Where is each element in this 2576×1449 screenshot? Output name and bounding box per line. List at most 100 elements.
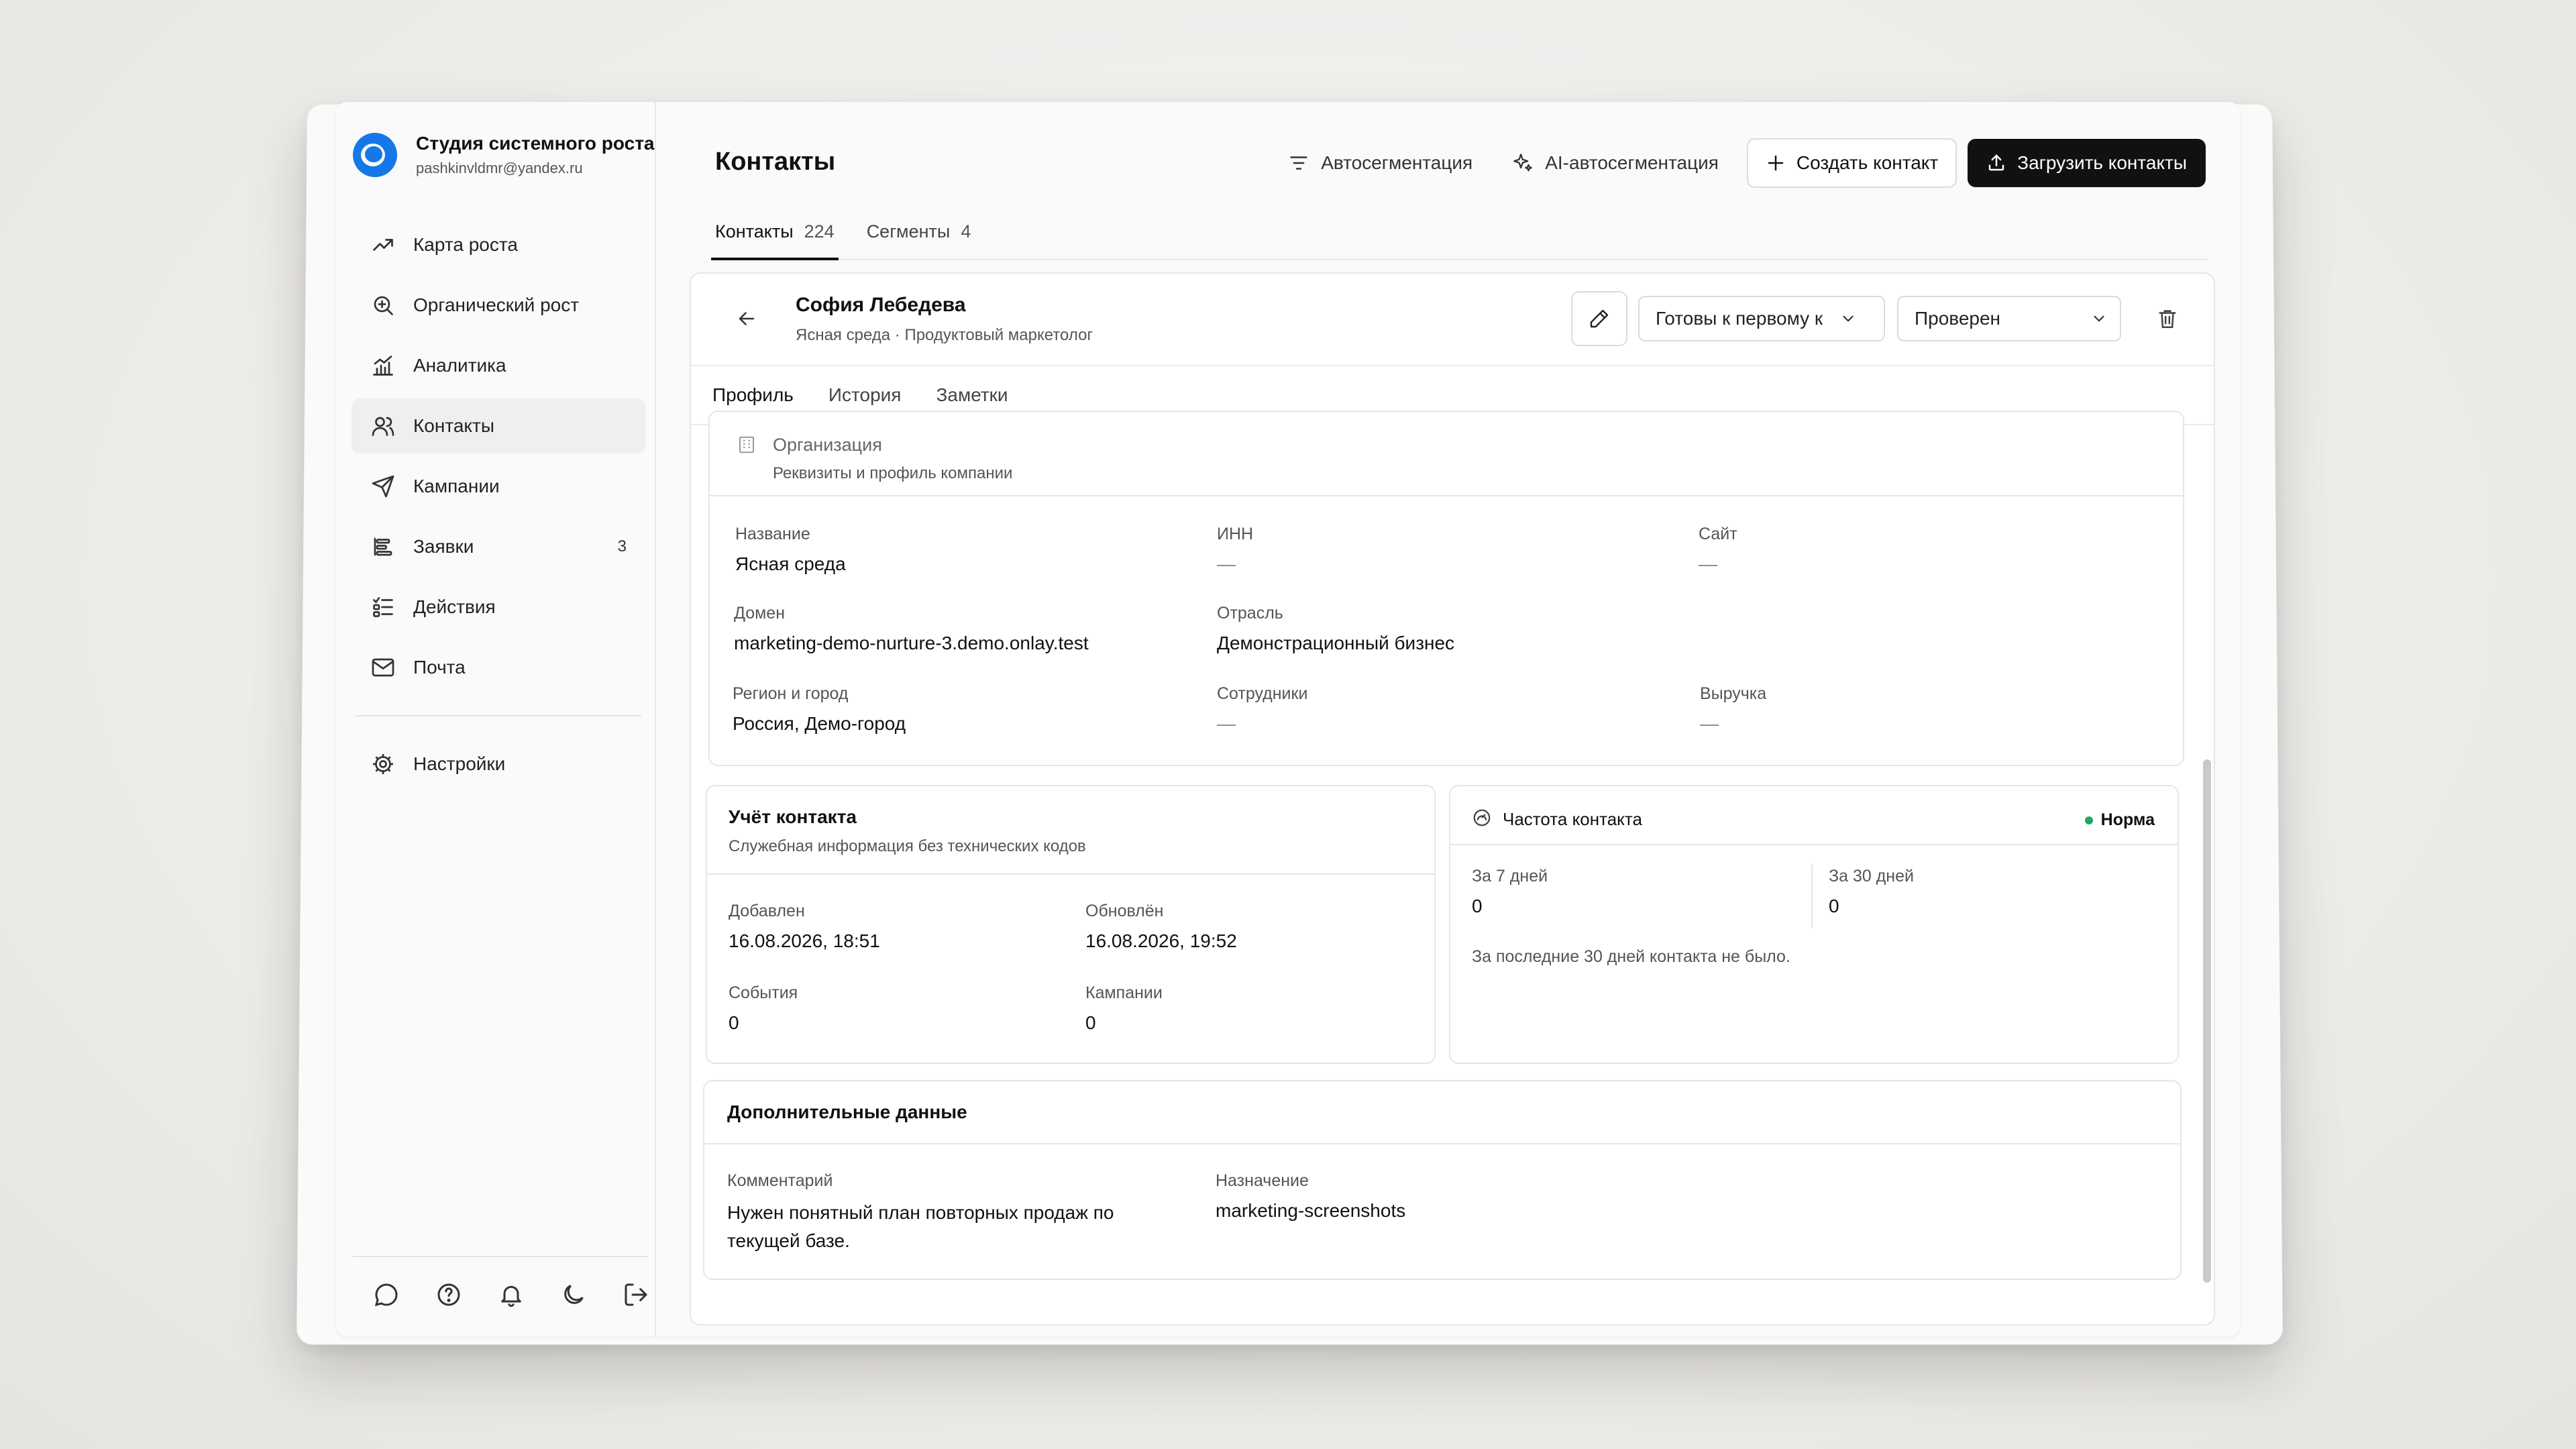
sidebar-item-organic[interactable]: Органический рост bbox=[352, 278, 645, 333]
plus-icon bbox=[1768, 155, 1784, 171]
profile-scroll-area: Организация Реквизиты и профиль компании… bbox=[691, 411, 2214, 1324]
sidebar-item-label: Аналитика bbox=[413, 355, 506, 376]
contact-name: София Лебедева bbox=[796, 294, 966, 316]
org-revenue-field: Выручка — bbox=[1700, 684, 1766, 735]
card-divider bbox=[1450, 844, 2178, 845]
field-label: Добавлен bbox=[729, 902, 805, 920]
field-value: — bbox=[1217, 553, 1236, 574]
extra-data-card: Дополнительные данные Комментарий Нужен … bbox=[703, 1080, 2182, 1280]
purpose-field: Назначение marketing-screenshots bbox=[1216, 1171, 1405, 1222]
edit-button[interactable] bbox=[1571, 291, 1627, 346]
sidebar-item-contacts[interactable]: Контакты bbox=[352, 398, 645, 453]
account-card: Учёт контакта Служебная информация без т… bbox=[706, 785, 1436, 1064]
events-field: События 0 bbox=[729, 983, 798, 1034]
field-label: ИНН bbox=[1217, 525, 1254, 543]
logout-icon[interactable] bbox=[623, 1280, 649, 1309]
field-label: События bbox=[729, 983, 798, 1002]
tab-label: Контакты bbox=[715, 221, 794, 241]
trash-icon[interactable] bbox=[2156, 307, 2179, 330]
sidebar-item-analytics[interactable]: Аналитика bbox=[352, 338, 645, 393]
tab-contacts[interactable]: Контакты 224 bbox=[711, 204, 839, 260]
tab-segments[interactable]: Сегменты 4 bbox=[863, 204, 975, 259]
extra-title: Дополнительные данные bbox=[727, 1102, 967, 1122]
ai-autosegmentation-button[interactable]: AI-автосегментация bbox=[1511, 152, 1719, 174]
sidebar-item-label: Карта роста bbox=[413, 234, 518, 255]
field-value: 16.08.2026, 18:51 bbox=[729, 930, 880, 951]
upload-icon bbox=[1988, 154, 2004, 171]
list-icon bbox=[370, 534, 396, 559]
status-select-value: Проверен bbox=[1915, 308, 2001, 329]
sidebar-item-requests[interactable]: Заявки 3 bbox=[352, 519, 645, 574]
building-icon bbox=[737, 435, 758, 456]
sidebar-footer bbox=[353, 1256, 648, 1309]
gear-icon bbox=[370, 751, 396, 777]
chat-icon[interactable] bbox=[373, 1280, 400, 1309]
added-field: Добавлен 16.08.2026, 18:51 bbox=[729, 902, 880, 952]
account-title: Учёт контакта bbox=[729, 806, 857, 827]
contact-detail-panel: София Лебедева Ясная среда · Продуктовый… bbox=[690, 272, 2215, 1326]
field-label: Домен bbox=[734, 604, 786, 623]
field-label: Кампании bbox=[1085, 983, 1163, 1002]
sidebar-item-label: Контакты bbox=[413, 415, 494, 436]
help-icon[interactable] bbox=[435, 1280, 462, 1309]
sidebar-item-settings[interactable]: Настройки bbox=[352, 737, 645, 792]
org-name-field: Название Ясная среда bbox=[735, 525, 846, 575]
sidebar-item-campaigns[interactable]: Кампании bbox=[352, 459, 645, 514]
field-value: 0 bbox=[1085, 1012, 1096, 1033]
frequency-status-badge: Норма bbox=[2084, 810, 2155, 830]
page-title: Контакты bbox=[715, 148, 836, 176]
contact-header: София Лебедева Ясная среда · Продуктовый… bbox=[691, 274, 2214, 366]
sidebar-item-label: Кампании bbox=[413, 476, 500, 496]
back-arrow-icon[interactable] bbox=[735, 307, 759, 331]
main-tabs: Контакты 224 Сегменты 4 bbox=[711, 204, 2208, 260]
field-label: Название bbox=[735, 525, 810, 543]
status-select[interactable]: Проверен bbox=[1897, 296, 2121, 341]
scrollbar-thumb[interactable] bbox=[2203, 759, 2211, 1283]
field-value: Нужен понятный план повторных продаж по … bbox=[727, 1202, 1114, 1251]
column-divider bbox=[1811, 864, 1813, 928]
org-site-field: Сайт — bbox=[1699, 525, 1737, 575]
field-value: 0 bbox=[1829, 896, 1839, 916]
tab-count: 4 bbox=[961, 221, 971, 241]
pencil-icon bbox=[1590, 309, 1609, 328]
field-value: Демонстрационный бизнес bbox=[1217, 633, 1455, 653]
header-actions: Автосегментация AI-автосегментация Созда… bbox=[1248, 138, 2206, 188]
sidebar-item-growth-map[interactable]: Карта роста bbox=[352, 217, 645, 272]
field-value: Россия, Демо-город bbox=[733, 713, 906, 734]
upload-contacts-button[interactable]: Загрузить контакты bbox=[1968, 139, 2206, 187]
bell-icon[interactable] bbox=[498, 1280, 525, 1309]
app-window: Студия системного роста pashkinvldmr@yan… bbox=[335, 102, 2241, 1336]
trend-icon bbox=[370, 232, 396, 258]
create-contact-button[interactable]: Создать контакт bbox=[1746, 138, 1957, 188]
sidebar-item-actions[interactable]: Действия bbox=[352, 580, 645, 635]
status-dot bbox=[2084, 816, 2093, 824]
frequency-status-label: Норма bbox=[2100, 810, 2155, 829]
send-icon bbox=[370, 474, 396, 499]
field-label: Обновлён bbox=[1085, 902, 1164, 920]
contact-subtitle: Ясная среда · Продуктовый маркетолог bbox=[796, 326, 1093, 344]
field-label: Регион и город bbox=[733, 684, 849, 703]
brand[interactable]: Студия системного роста pashkinvldmr@yan… bbox=[353, 133, 654, 177]
moon-icon[interactable] bbox=[560, 1280, 587, 1309]
create-contact-label: Создать контакт bbox=[1796, 152, 1939, 173]
upload-contacts-label: Загрузить контакты bbox=[2017, 152, 2187, 173]
frequency-card: Частота контакта Норма За 7 дней 0 За 30… bbox=[1449, 785, 2179, 1064]
gauge-icon bbox=[1473, 809, 1491, 826]
organization-title: Организация bbox=[773, 435, 882, 455]
chevron-down-icon bbox=[2094, 315, 2104, 322]
sidebar-item-label: Заявки bbox=[413, 536, 474, 557]
stage-select[interactable]: Готовы к первому к bbox=[1638, 296, 1885, 341]
org-industry-field: Отрасль Демонстрационный бизнес bbox=[1217, 604, 1454, 654]
main-content: Контакты Автосегментация AI-автосегмента… bbox=[656, 102, 2241, 1336]
org-domain-field: Домен marketing-demo-nurture-3.demo.onla… bbox=[734, 604, 1089, 654]
requests-count-badge: 3 bbox=[617, 537, 627, 555]
filter-icon bbox=[1290, 156, 1307, 170]
field-value: 0 bbox=[729, 1012, 739, 1033]
tab-count: 224 bbox=[804, 221, 835, 241]
chart-icon bbox=[370, 353, 396, 378]
autosegmentation-button[interactable]: Автосегментация bbox=[1287, 152, 1472, 174]
field-value: 16.08.2026, 19:52 bbox=[1085, 930, 1237, 951]
sidebar-item-mail[interactable]: Почта bbox=[352, 640, 645, 695]
ai-autosegmentation-label: AI-автосегментация bbox=[1545, 152, 1719, 173]
sparkles-icon bbox=[1513, 154, 1533, 172]
